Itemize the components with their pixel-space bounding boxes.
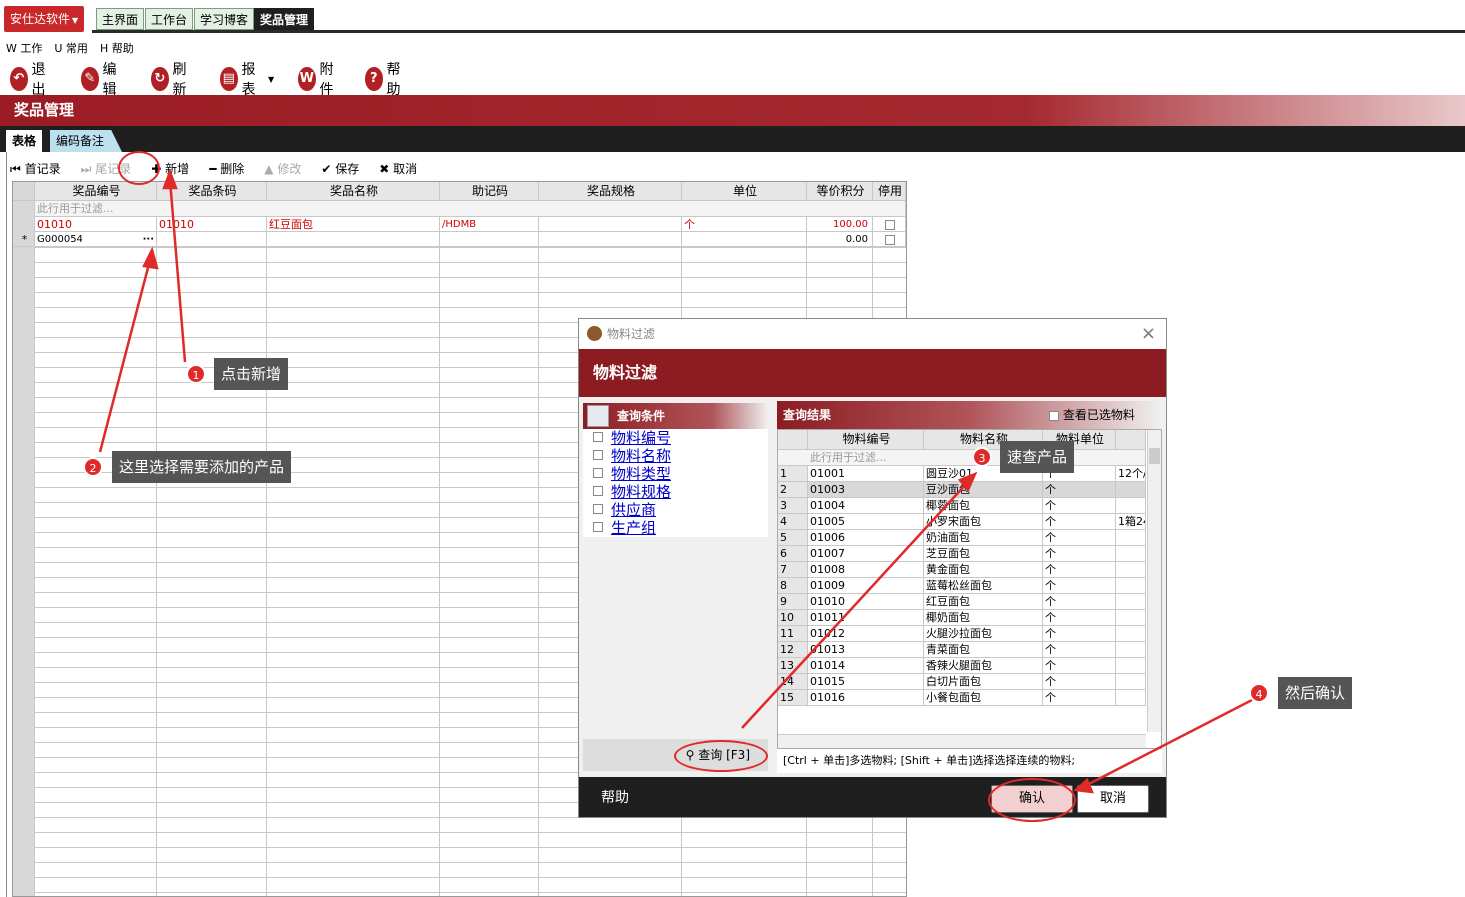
callout-2-number: 2 bbox=[83, 457, 103, 477]
callout-3-number: 3 bbox=[972, 447, 992, 467]
highlight-query bbox=[674, 740, 768, 772]
callout-1: 点击新增 bbox=[214, 358, 289, 390]
callout-4-number: 4 bbox=[1249, 683, 1269, 703]
callout-1-number: 1 bbox=[186, 364, 206, 384]
callout-3: 速查产品 bbox=[1000, 441, 1075, 473]
highlight-confirm bbox=[988, 778, 1076, 822]
callout-2: 这里选择需要添加的产品 bbox=[112, 451, 292, 483]
callout-4: 然后确认 bbox=[1278, 677, 1353, 709]
highlight-add bbox=[118, 151, 160, 185]
